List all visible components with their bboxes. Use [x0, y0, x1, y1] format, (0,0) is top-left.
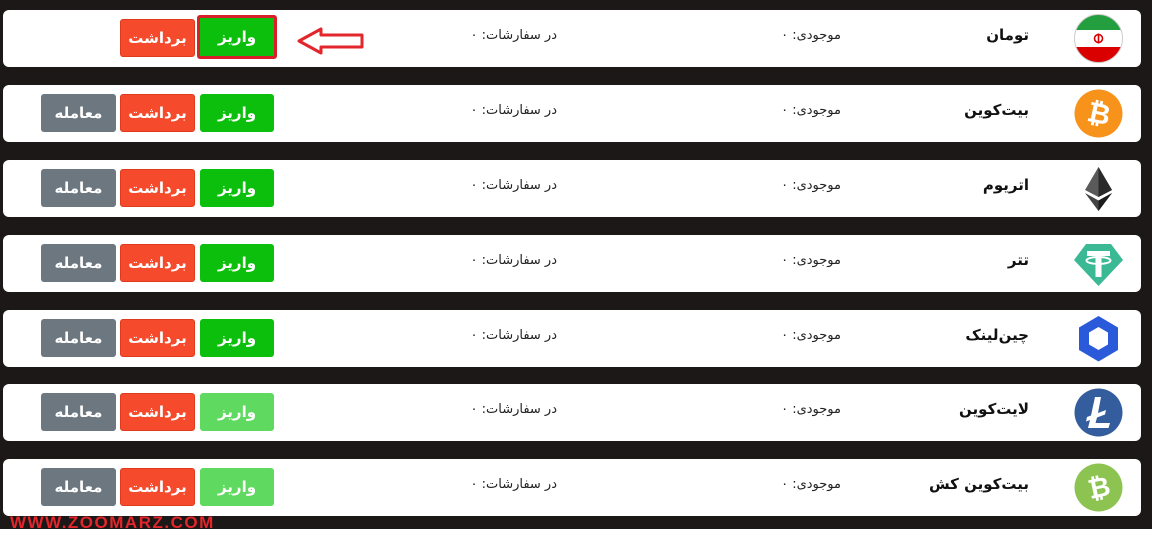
- asset-name: تومان: [986, 26, 1029, 44]
- deposit-button[interactable]: واریز: [200, 244, 274, 282]
- bitcoin-cash-icon: ₿: [1073, 462, 1124, 513]
- withdraw-button[interactable]: برداشت: [120, 169, 195, 207]
- arrow-left-icon: [297, 27, 364, 55]
- asset-row-bitcoin-cash: ₿ بیت‌کوین کش موجودی: ۰ در سفارشات: ۰ وا…: [3, 459, 1141, 516]
- orders-text: در سفارشات: ۰: [470, 178, 558, 193]
- asset-name: بیت‌کوین: [964, 101, 1029, 119]
- asset-row-ethereum: اتریوم موجودی: ۰ در سفارشات: ۰ واریز برد…: [3, 160, 1141, 217]
- deposit-button[interactable]: واریز: [200, 319, 274, 357]
- balance-text: موجودی: ۰: [781, 28, 841, 43]
- wallet-board: تومان موجودی: ۰ در سفارشات: ۰ واریز بردا…: [0, 0, 1152, 529]
- withdraw-button[interactable]: برداشت: [120, 319, 195, 357]
- orders-text: در سفارشات: ۰: [470, 328, 558, 343]
- orders-text: در سفارشات: ۰: [470, 253, 558, 268]
- asset-row-bitcoin: ₿ بیت‌کوین موجودی: ۰ در سفارشات: ۰ واریز…: [3, 85, 1141, 142]
- asset-name: چین‌لینک: [965, 326, 1029, 344]
- asset-name: بیت‌کوین کش: [928, 475, 1029, 493]
- orders-text: در سفارشات: ۰: [470, 402, 558, 417]
- trade-button[interactable]: معامله: [41, 468, 116, 506]
- balance-text: موجودی: ۰: [781, 328, 841, 343]
- balance-text: موجودی: ۰: [781, 477, 841, 492]
- orders-text: در سفارشات: ۰: [470, 28, 558, 43]
- asset-name: تتر: [1007, 251, 1029, 269]
- tether-icon: [1073, 238, 1124, 289]
- asset-row-tether: تتر موجودی: ۰ در سفارشات: ۰ واریز برداشت…: [3, 235, 1141, 292]
- asset-row-litecoin: لایت‌کوین موجودی: ۰ در سفارشات: ۰ واریز …: [3, 384, 1141, 441]
- trade-button[interactable]: معامله: [41, 94, 116, 132]
- trade-button[interactable]: معامله: [41, 169, 116, 207]
- asset-row-chainlink: چین‌لینک موجودی: ۰ در سفارشات: ۰ واریز ب…: [3, 310, 1141, 367]
- withdraw-button[interactable]: برداشت: [120, 468, 195, 506]
- trade-button[interactable]: معامله: [41, 244, 116, 282]
- deposit-button[interactable]: واریز: [200, 393, 274, 431]
- deposit-button[interactable]: واریز: [200, 169, 274, 207]
- asset-name: لایت‌کوین: [959, 400, 1029, 418]
- orders-text: در سفارشات: ۰: [470, 103, 558, 118]
- orders-text: در سفارشات: ۰: [470, 477, 558, 492]
- deposit-button[interactable]: واریز: [200, 468, 274, 506]
- ethereum-icon: [1073, 163, 1124, 214]
- balance-text: موجودی: ۰: [781, 402, 841, 417]
- balance-text: موجودی: ۰: [781, 178, 841, 193]
- watermark-text: WWW.ZOOMARZ.COM: [10, 513, 215, 532]
- trade-button[interactable]: معامله: [41, 393, 116, 431]
- balance-text: موجودی: ۰: [781, 253, 841, 268]
- withdraw-button[interactable]: برداشت: [120, 393, 195, 431]
- chainlink-icon: [1073, 313, 1124, 364]
- trade-button[interactable]: معامله: [41, 319, 116, 357]
- litecoin-icon: [1073, 387, 1124, 438]
- deposit-button[interactable]: واریز: [200, 94, 274, 132]
- withdraw-button[interactable]: برداشت: [120, 244, 195, 282]
- deposit-button[interactable]: واریز: [197, 15, 277, 59]
- asset-name: اتریوم: [982, 176, 1029, 194]
- withdraw-button[interactable]: برداشت: [120, 19, 195, 57]
- bitcoin-icon: ₿: [1073, 88, 1124, 139]
- iran-flag-icon: [1073, 13, 1124, 64]
- asset-row-toman: تومان موجودی: ۰ در سفارشات: ۰ واریز بردا…: [3, 10, 1141, 67]
- balance-text: موجودی: ۰: [781, 103, 841, 118]
- withdraw-button[interactable]: برداشت: [120, 94, 195, 132]
